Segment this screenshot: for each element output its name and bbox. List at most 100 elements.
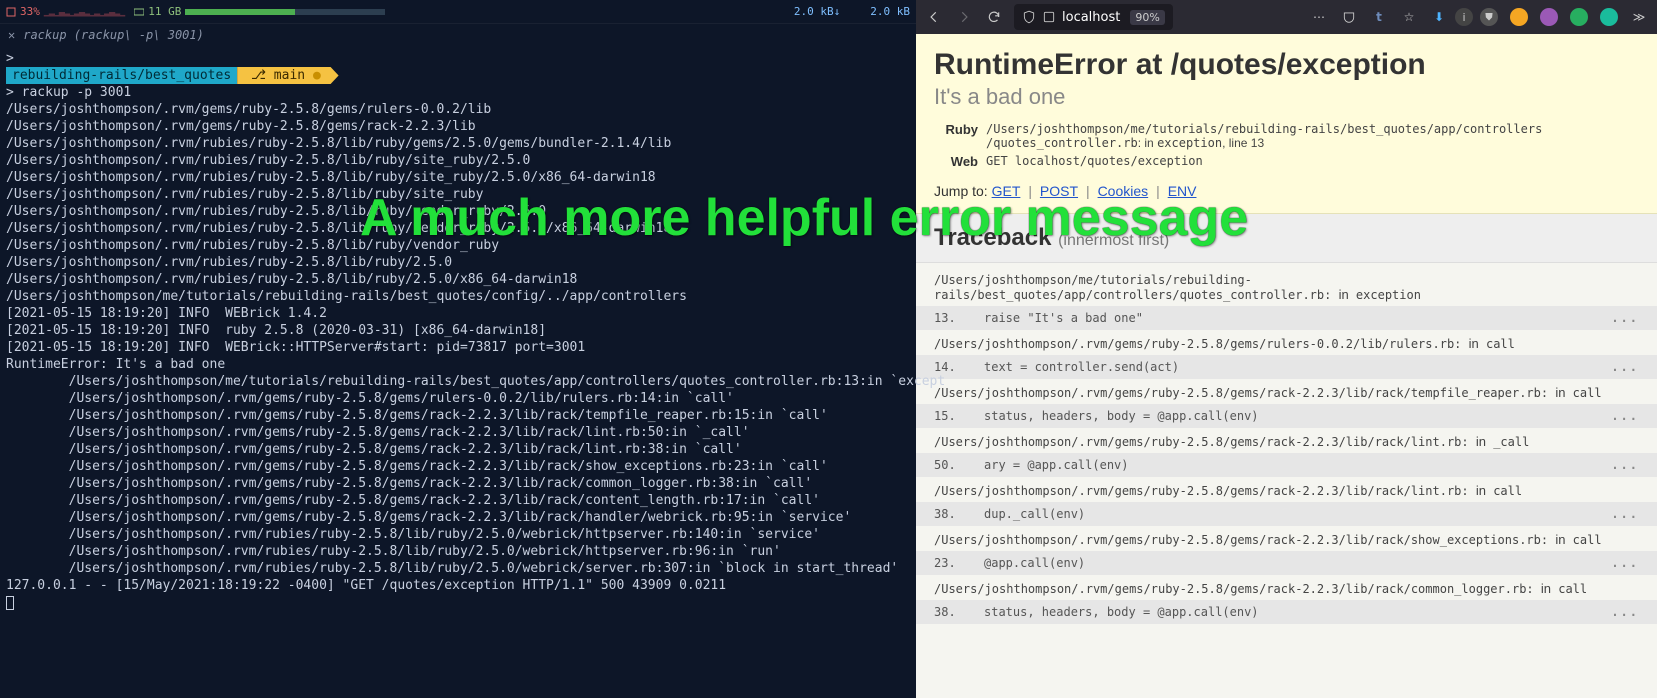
terminal-line: /Users/joshthompson/.rvm/rubies/ruby-2.5… — [6, 204, 546, 219]
jump-cookies-link[interactable]: Cookies — [1098, 183, 1149, 199]
zoom-level[interactable]: 90% — [1130, 10, 1164, 25]
error-jump-links: Jump to: GET| POST| Cookies| ENV — [934, 183, 1639, 199]
ruby-path-1: /Users/joshthompson/me/tutorials/rebuild… — [986, 122, 1542, 136]
frame-lineno: 38. — [934, 605, 984, 619]
jump-post-link[interactable]: POST — [1040, 183, 1078, 199]
terminal-line: /Users/joshthompson/.rvm/rubies/ruby-2.5… — [6, 544, 781, 559]
frame-codeline[interactable]: 38.status, headers, body = @app.call(env… — [916, 600, 1657, 624]
forward-button[interactable] — [950, 3, 978, 31]
frame-lineno: 14. — [934, 360, 984, 374]
extension-green-icon[interactable] — [1565, 3, 1593, 31]
web-label: Web — [934, 154, 978, 169]
terminal-line: /Users/joshthompson/.rvm/gems/ruby-2.5.8… — [6, 391, 734, 406]
terminal-panel: 33% ▁▂▁▃▂▁▂▃▂▁▂▁▂▃▂▁ 11 GB 2.0 kB↓ 2.0 k… — [0, 0, 916, 698]
ruby-label: Ruby — [934, 122, 978, 150]
traceback-frame[interactable]: /Users/joshthompson/.rvm/gems/ruby-2.5.8… — [916, 477, 1657, 526]
extension-orange-icon[interactable] — [1505, 3, 1533, 31]
traceback-heading-text: Traceback — [934, 224, 1051, 251]
extension-teal-icon[interactable] — [1595, 3, 1623, 31]
frame-codeline[interactable]: 14.text = controller.send(act)... — [916, 355, 1657, 379]
error-subtitle: It's a bad one — [934, 84, 1639, 110]
frame-lineno: 38. — [934, 507, 984, 521]
terminal-line: /Users/joshthompson/.rvm/rubies/ruby-2.5… — [6, 272, 577, 287]
cursor — [6, 596, 14, 610]
frame-expand-icon[interactable]: ... — [1611, 360, 1639, 374]
terminal-line: RuntimeError: It's a bad one — [6, 357, 225, 372]
frame-codeline[interactable]: 38.dup._call(env)... — [916, 502, 1657, 526]
terminal-line: [2021-05-15 18:19:20] INFO WEBrick::HTTP… — [6, 340, 585, 355]
terminal-line: /Users/joshthompson/.rvm/gems/ruby-2.5.8… — [6, 493, 820, 508]
terminal-line: /Users/joshthompson/.rvm/rubies/ruby-2.5… — [6, 255, 452, 270]
url-text: localhost — [1062, 10, 1120, 25]
traceback-section-header: Traceback (innermost first) — [916, 214, 1657, 263]
memory-value: 11 GB — [148, 5, 181, 18]
terminal-line: [2021-05-15 18:19:20] INFO ruby 2.5.8 (2… — [6, 323, 546, 338]
ruby-method: exception — [1157, 136, 1222, 150]
traceback-frame[interactable]: /Users/joshthompson/.rvm/gems/ruby-2.5.8… — [916, 428, 1657, 477]
terminal-line: /Users/joshthompson/.rvm/rubies/ruby-2.5… — [6, 170, 656, 185]
pocket-icon[interactable] — [1335, 3, 1363, 31]
memory-meter: 11 GB — [134, 5, 385, 18]
traceback-frame[interactable]: /Users/joshthompson/.rvm/gems/ruby-2.5.8… — [916, 330, 1657, 379]
bookmark-star-icon[interactable]: ☆ — [1395, 3, 1423, 31]
browser-toolbar: localhost 90% ⋯ t ☆ ⬇ i ⛊ ≫ — [916, 0, 1657, 34]
traceback-frame[interactable]: /Users/joshthompson/.rvm/gems/ruby-2.5.8… — [916, 575, 1657, 624]
frame-expand-icon[interactable]: ... — [1611, 409, 1639, 423]
jump-label: Jump to: — [934, 183, 988, 199]
frame-codeline[interactable]: 50.ary = @app.call(env)... — [916, 453, 1657, 477]
toolbar-right: ⋯ t ☆ ⬇ i ⛊ ≫ — [1305, 3, 1653, 31]
prompt: > — [6, 51, 14, 66]
frame-lineno: 13. — [934, 311, 984, 325]
frame-codeline[interactable]: 13.raise "It's a bad one"... — [916, 306, 1657, 330]
branch-badge: ⎇ main ● — [237, 67, 338, 84]
extension-purple-icon[interactable] — [1535, 3, 1563, 31]
reload-button[interactable] — [980, 3, 1008, 31]
tab-name[interactable]: rackup (rackup\ -p\ 3001) — [23, 28, 204, 42]
network-meter: 2.0 kB↓ 2.0 kB — [794, 5, 910, 18]
frame-expand-icon[interactable]: ... — [1611, 458, 1639, 472]
frame-codeline[interactable]: 23.@app.call(env)... — [916, 551, 1657, 575]
error-meta-ruby: Ruby /Users/joshthompson/me/tutorials/re… — [934, 122, 1639, 150]
jump-env-link[interactable]: ENV — [1168, 183, 1197, 199]
traceback-frame[interactable]: /Users/joshthompson/.rvm/gems/ruby-2.5.8… — [916, 379, 1657, 428]
frame-lineno: 23. — [934, 556, 984, 570]
frame-expand-icon[interactable]: ... — [1611, 556, 1639, 570]
terminal-body[interactable]: > rebuilding-rails/best_quotes ⎇ main ● … — [0, 46, 916, 617]
terminal-line: /Users/joshthompson/.rvm/gems/ruby-2.5.8… — [6, 119, 476, 134]
terminal-line: /Users/joshthompson/.rvm/rubies/ruby-2.5… — [6, 136, 671, 151]
address-bar[interactable]: localhost 90% — [1014, 4, 1173, 30]
memory-bar — [185, 9, 385, 15]
terminal-line: /Users/joshthompson/.rvm/gems/ruby-2.5.8… — [6, 425, 750, 440]
frame-codeline[interactable]: 15.status, headers, body = @app.call(env… — [916, 404, 1657, 428]
error-header: RuntimeError at /quotes/exception It's a… — [916, 34, 1657, 214]
terminal-line: /Users/joshthompson/.rvm/rubies/ruby-2.5… — [6, 527, 820, 542]
frame-expand-icon[interactable]: ... — [1611, 311, 1639, 325]
frame-expand-icon[interactable]: ... — [1611, 507, 1639, 521]
download-icon[interactable]: ⬇ — [1425, 3, 1453, 31]
error-meta: Ruby /Users/joshthompson/me/tutorials/re… — [934, 122, 1639, 169]
terminal-line: /Users/joshthompson/.rvm/gems/ruby-2.5.8… — [6, 459, 828, 474]
info-icon[interactable]: i — [1455, 8, 1473, 26]
terminal-command: > rackup -p 3001 — [6, 85, 131, 100]
traceback-frame[interactable]: /Users/joshthompson/.rvm/gems/ruby-2.5.8… — [916, 526, 1657, 575]
jump-get-link[interactable]: GET — [992, 183, 1021, 199]
cpu-icon — [6, 7, 16, 17]
more-icon[interactable]: ⋯ — [1305, 3, 1333, 31]
tab-close-icon[interactable]: ✕ — [8, 28, 15, 42]
terminal-line: [2021-05-15 18:19:20] INFO WEBrick 1.4.2 — [6, 306, 327, 321]
tumblr-icon[interactable]: t — [1365, 3, 1393, 31]
frame-location: /Users/joshthompson/me/tutorials/rebuild… — [916, 267, 1657, 306]
frame-location: /Users/joshthompson/.rvm/gems/ruby-2.5.8… — [916, 330, 1657, 355]
back-button[interactable] — [920, 3, 948, 31]
traceback-frame[interactable]: /Users/joshthompson/me/tutorials/rebuild… — [916, 267, 1657, 330]
frame-code: status, headers, body = @app.call(env) — [984, 409, 1259, 423]
traceback-heading: Traceback (innermost first) — [934, 224, 1169, 251]
frame-code: status, headers, body = @app.call(env) — [984, 605, 1259, 619]
browser-content[interactable]: RuntimeError at /quotes/exception It's a… — [916, 34, 1657, 698]
page-info-icon — [1042, 10, 1056, 24]
ruby-value: /Users/joshthompson/me/tutorials/rebuild… — [986, 122, 1542, 150]
frame-expand-icon[interactable]: ... — [1611, 605, 1639, 619]
terminal-line: /Users/joshthompson/.rvm/gems/ruby-2.5.8… — [6, 476, 812, 491]
overflow-icon[interactable]: ≫ — [1625, 3, 1653, 31]
ublock-icon[interactable]: ⛊ — [1475, 3, 1503, 31]
